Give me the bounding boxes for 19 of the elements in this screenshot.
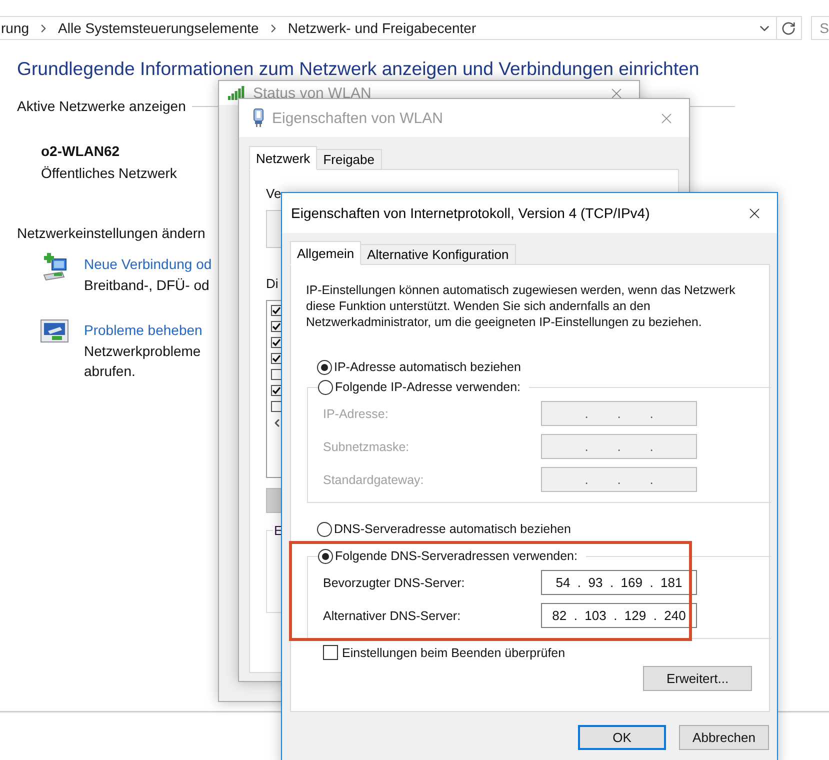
window-title: Status von WLAN (253, 84, 372, 102)
description-text: IP-Einstellungen können automatisch zugewiesen werden, wenn das Netzwerk diese Funktion unterstützt. Wenden Sie sich andernfalls an den Netzwerkadministrator, um die geeigneten IP-Einstellungen zu beziehen. (306, 282, 736, 330)
section-label: Netzwerkeinstellungen ändern (17, 225, 206, 241)
field-label: Standardgateway: (323, 472, 425, 486)
window-title: Eigenschaften von Internetprotokoll, Version 4 (TCP/IPv4) (291, 205, 650, 221)
network-type: Öffentliches Netzwerk (41, 165, 177, 181)
task-description: Breitband-, DFÜ- od (84, 276, 210, 295)
network-name: o2-WLAN62 (41, 143, 120, 159)
field-label: IP-Adresse: (323, 406, 390, 420)
field-label: Bevorzugter DNS-Server: (323, 576, 466, 590)
task-description: abrufen. (84, 362, 136, 381)
section-label: Aktive Netzwerke anzeigen (17, 98, 186, 114)
task-description: Netzwerkprobleme (84, 342, 201, 361)
list-label: Di (266, 276, 278, 292)
field-label: Alternativer DNS-Server: (323, 608, 462, 622)
field-label: Ve (266, 186, 282, 202)
field-label: Subnetzmaske: (323, 440, 410, 454)
page-heading: Grundlegende Informationen zum Netzwerk anzeigen und Verbindungen einrichten (17, 58, 700, 80)
window-title: Eigenschaften von WLAN (272, 110, 443, 126)
